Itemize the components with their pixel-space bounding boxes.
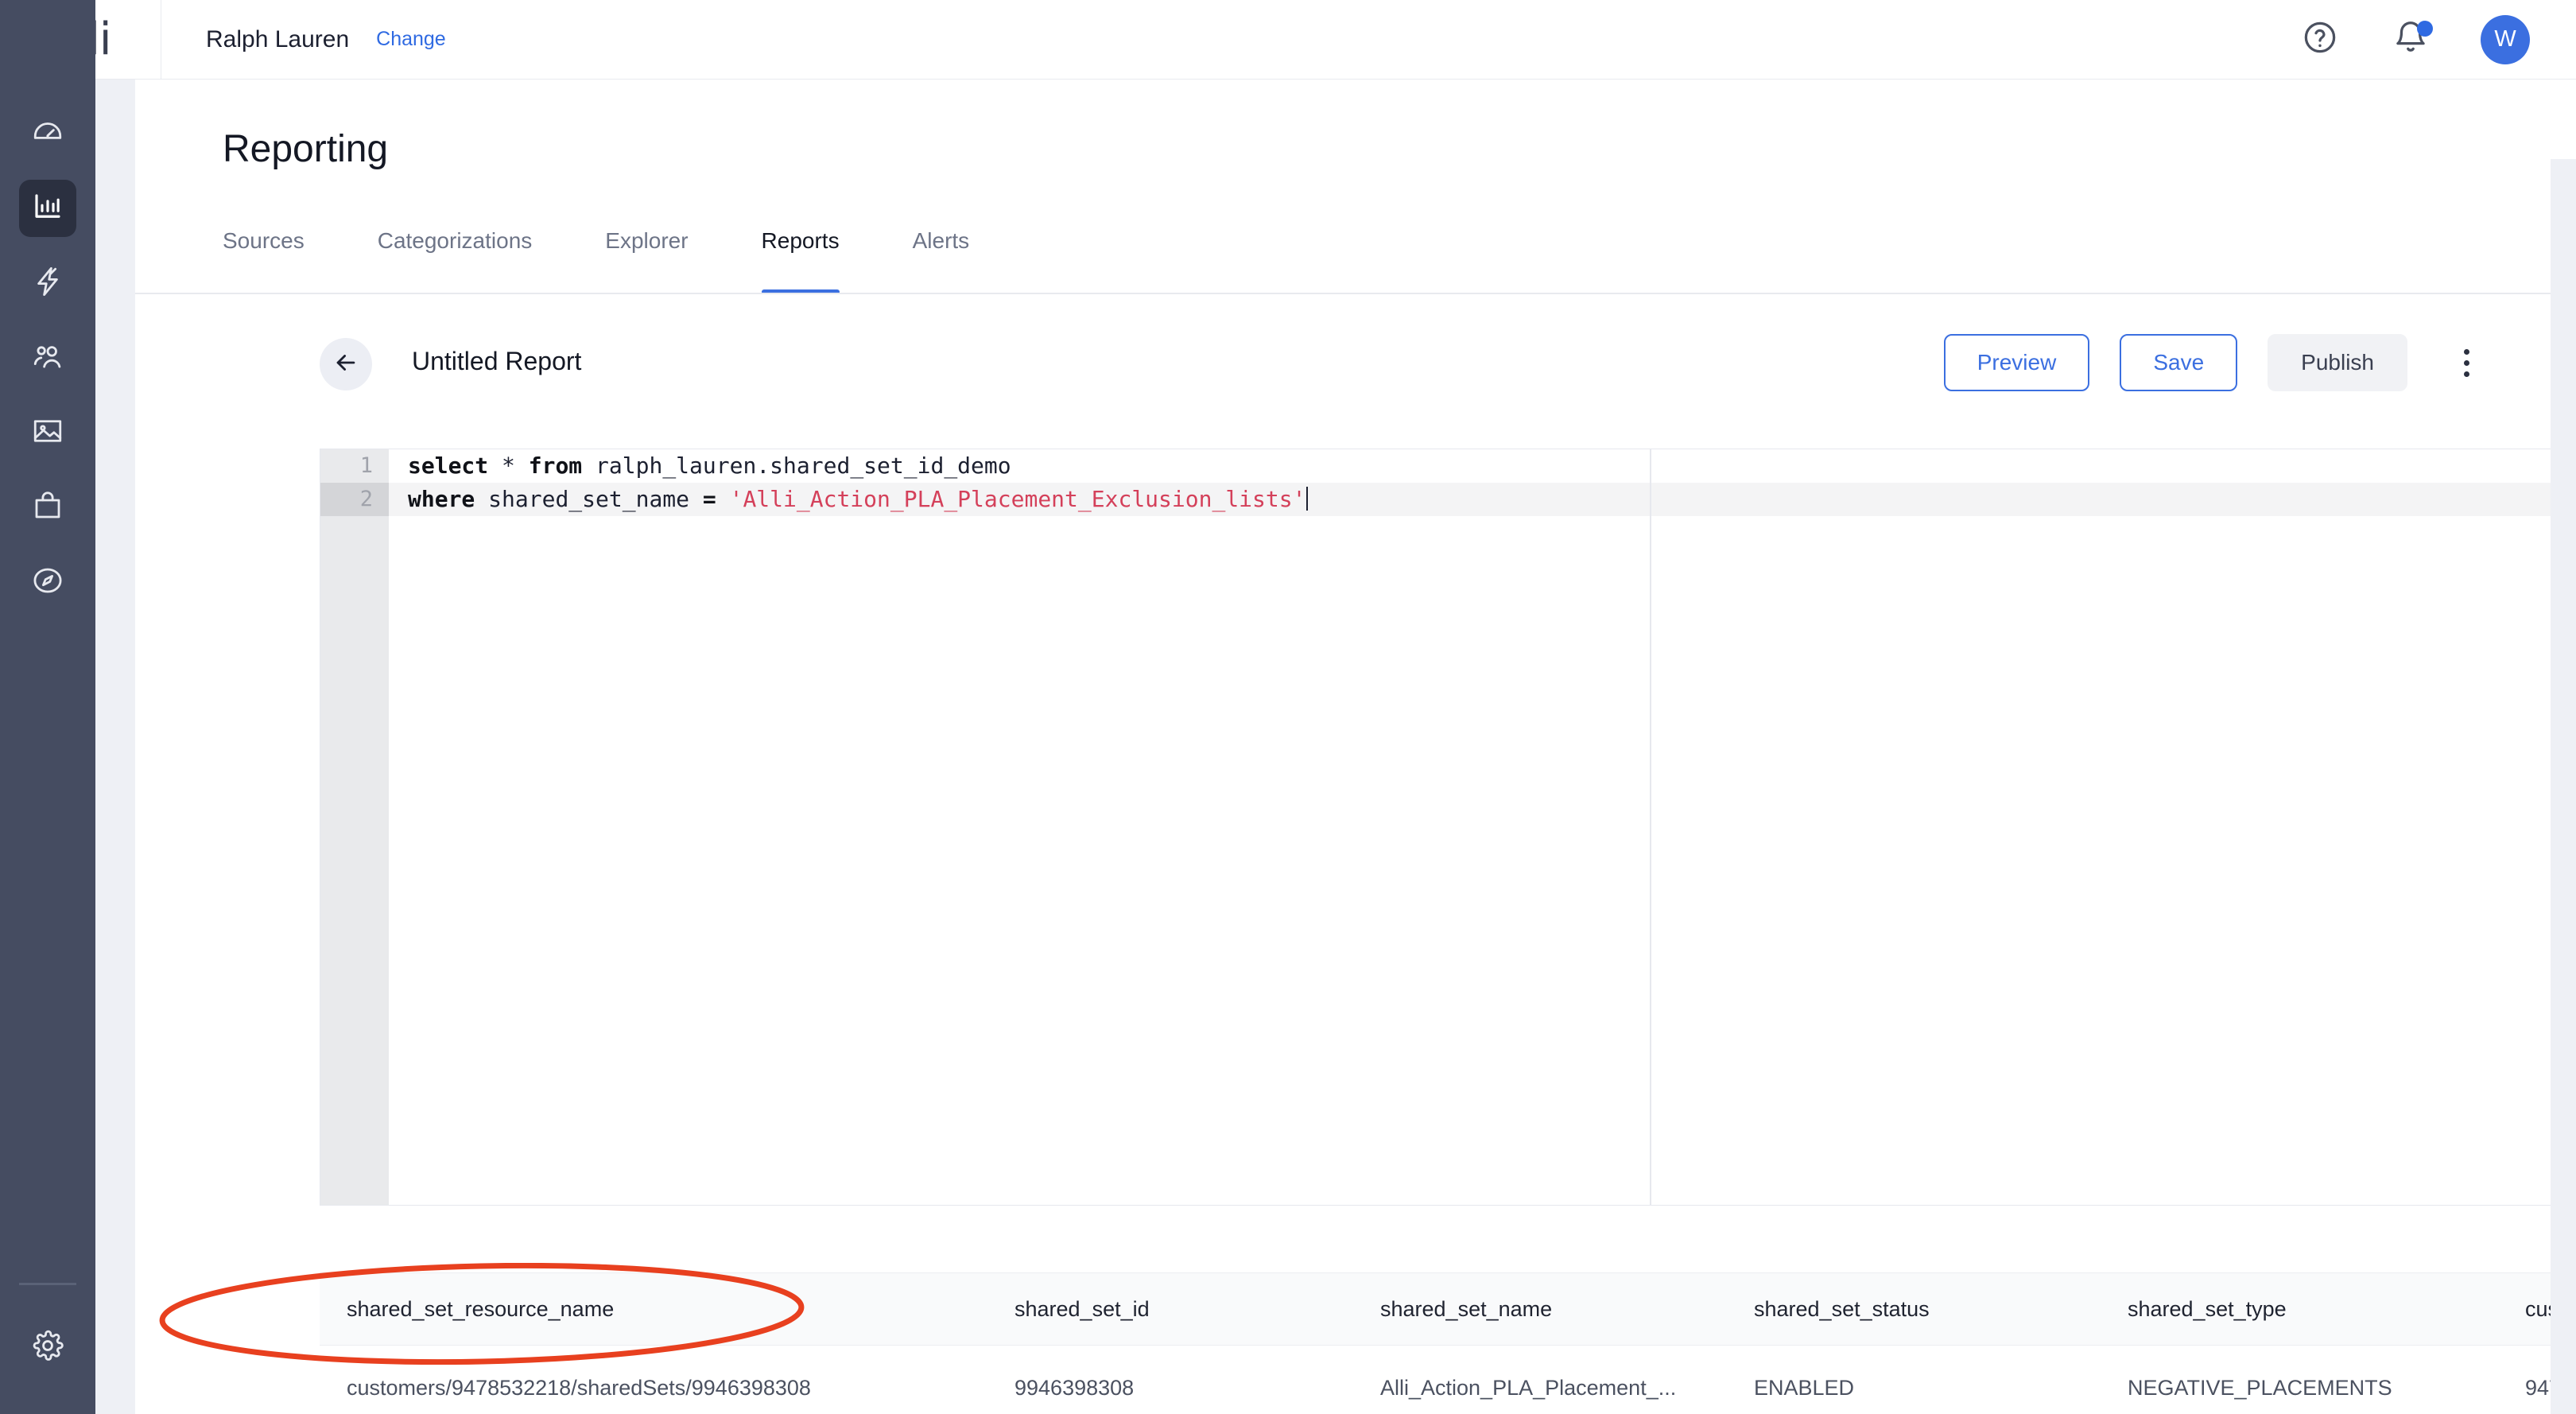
kebab-menu-icon[interactable] [2450,334,2482,391]
back-button[interactable] [320,338,372,390]
editor-code-area[interactable]: select * from ralph_lauren.shared_set_id… [389,449,2576,1206]
text-caret [1306,487,1308,511]
editor-gutter: 1 2 [320,449,389,1206]
notification-badge-dot [2417,21,2433,37]
cell-shared-set-resource-name: customers/9478532218/sharedSets/99463983… [320,1376,987,1400]
tab-bar-divider [135,293,2576,294]
tab-categorizations[interactable]: Categorizations [378,219,533,294]
results-table: shared_set_resource_name shared_set_id s… [320,1272,2576,1414]
cell-shared-set-id: 9946398308 [987,1376,1353,1400]
question-circle-icon [2302,19,2338,60]
tab-bar: Sources Categorizations Explorer Reports… [223,219,2512,294]
avatar[interactable]: W [2481,15,2530,64]
publish-button[interactable]: Publish [2268,334,2407,391]
sidebar-item-settings[interactable] [19,1319,76,1376]
sidebar-divider [19,1283,76,1285]
cell-shared-set-status: ENABLED [1727,1376,2101,1400]
cell-shared-set-type: NEGATIVE_PLACEMENTS [2101,1376,2498,1400]
sidebar-item-dashboard[interactable] [19,105,76,162]
sql-token-keyword: = [703,486,716,512]
sidebar-item-audiences[interactable] [19,329,76,387]
gutter-line-number: 2 [320,483,389,516]
gauge-dashboard-icon [31,115,64,153]
code-line[interactable]: select * from ralph_lauren.shared_set_id… [389,449,2576,483]
page-card: Reporting Sources Categorizations Explor… [135,80,2576,1414]
column-header-shared-set-resource-name[interactable]: shared_set_resource_name [320,1297,987,1322]
sql-token-keyword: from [529,453,582,479]
column-header-shared-set-name[interactable]: shared_set_name [1353,1297,1727,1322]
sidebar-item-explore[interactable] [19,554,76,611]
help-button[interactable] [2299,19,2341,60]
account-name: Ralph Lauren [206,26,349,53]
top-bar-actions: W [2299,15,2576,64]
shopping-bag-icon [31,489,64,526]
sidebar-item-actions[interactable] [19,254,76,312]
lightning-bolt-icon [31,265,64,302]
arrow-left-icon [332,349,359,380]
people-audience-icon [31,340,64,377]
sql-token-plain: ralph_lauren.shared_set_id_demo [582,453,1011,479]
sql-token-keyword: where [408,486,475,512]
column-header-shared-set-status[interactable]: shared_set_status [1727,1297,2101,1322]
column-header-shared-set-id[interactable]: shared_set_id [987,1297,1353,1322]
gear-icon [31,1329,64,1366]
tab-reports[interactable]: Reports [762,219,840,294]
sql-token-string: 'Alli_Action_PLA_Placement_Exclusion_lis… [730,486,1306,512]
report-actions: Preview Save Publish [1944,334,2482,391]
results-header-row: shared_set_resource_name shared_set_id s… [320,1272,2576,1346]
sidebar-item-creatives[interactable] [19,404,76,461]
sql-token-plain: shared_set_name [475,486,703,512]
sql-token-plain: * [488,453,529,479]
top-bar: alli Ralph Lauren Change [0,0,2576,80]
tab-alerts[interactable]: Alerts [913,219,970,294]
preview-button[interactable]: Preview [1944,334,2090,391]
code-line[interactable]: where shared_set_name = 'Alli_Action_PLA… [389,483,2576,516]
sidebar-bottom [0,1283,95,1414]
sidebar-items [19,105,76,611]
column-header-shared-set-type[interactable]: shared_set_type [2101,1297,2498,1322]
app-root: Reporting Sources Categorizations Explor… [0,0,2576,1414]
sql-editor[interactable]: 1 2 select * from ralph_lauren.shared_se… [320,449,2576,1206]
tab-explorer[interactable]: Explorer [605,219,688,294]
gutter-line-number: 1 [320,449,389,483]
vertical-scrollbar[interactable] [2551,159,2576,1414]
sidebar-item-reporting[interactable] [19,180,76,237]
sql-token-plain [716,486,730,512]
compass-explore-icon [31,564,64,601]
sql-token-keyword: select [408,453,488,479]
page-body: Reporting Sources Categorizations Explor… [95,80,2576,1414]
tab-sources[interactable]: Sources [223,219,305,294]
image-creative-icon [31,414,64,452]
sidebar-item-shopping[interactable] [19,479,76,536]
page-title: Reporting [223,127,388,171]
left-sidebar [0,0,95,1414]
table-row[interactable]: customers/9478532218/sharedSets/99463983… [320,1346,2576,1414]
change-account-link[interactable]: Change [376,28,446,51]
report-title[interactable]: Untitled Report [412,347,581,376]
account-selector: Ralph Lauren Change [161,26,446,53]
notifications-button[interactable] [2390,19,2431,60]
bar-chart-icon [31,190,64,227]
cell-shared-set-name: Alli_Action_PLA_Placement_... [1353,1376,1727,1400]
editor-vertical-divider[interactable] [1650,449,1651,1206]
save-button[interactable]: Save [2120,334,2237,391]
